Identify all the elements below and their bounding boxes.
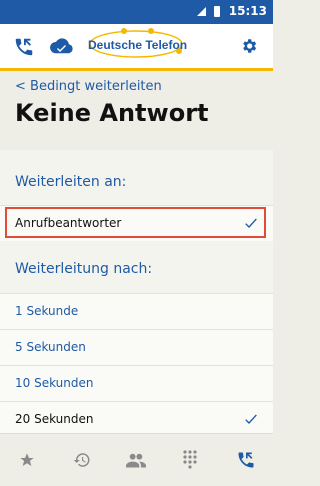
gear-icon[interactable] (240, 37, 258, 55)
selection-highlight (5, 207, 266, 238)
section-forward-after: Weiterleitung nach: (0, 241, 273, 295)
check-icon (245, 414, 257, 424)
brand-name: Deutsche Telefon (88, 38, 188, 52)
battery-icon (214, 6, 220, 17)
option-1-sekunde[interactable]: 1 Sekunde (0, 293, 273, 330)
option-label: 1 Sekunde (15, 304, 79, 318)
back-link[interactable]: < Bedingt weiterleiten (15, 79, 162, 94)
status-bar: 15:13 (0, 0, 273, 24)
contacts-icon[interactable] (126, 452, 146, 468)
cloud-check-icon[interactable] (48, 36, 74, 56)
option-label: 20 Sekunden (15, 412, 94, 426)
option-10-sekunden[interactable]: 10 Sekunden (0, 365, 273, 402)
page-header: < Bedingt weiterleiten Keine Antwort (0, 71, 273, 150)
section-label: Weiterleitung nach: (15, 261, 153, 277)
signal-icon (197, 7, 206, 16)
call-forward-icon[interactable] (236, 450, 256, 470)
app-bar: Deutsche Telefon (0, 24, 273, 71)
page-title: Keine Antwort (15, 99, 209, 127)
call-forward-icon[interactable] (13, 36, 35, 58)
bottom-tab-bar (0, 433, 273, 486)
dialpad-icon[interactable] (183, 450, 197, 470)
status-time: 15:13 (228, 4, 267, 18)
section-forward-to: Weiterleiten an: (0, 150, 273, 206)
star-icon[interactable] (19, 452, 35, 468)
option-5-sekunden[interactable]: 5 Sekunden (0, 329, 273, 366)
option-20-sekunden[interactable]: 20 Sekunden (0, 401, 273, 435)
history-icon[interactable] (73, 451, 91, 469)
option-label: 10 Sekunden (15, 376, 94, 390)
section-label: Weiterleiten an: (15, 174, 127, 190)
option-label: 5 Sekunden (15, 340, 86, 354)
